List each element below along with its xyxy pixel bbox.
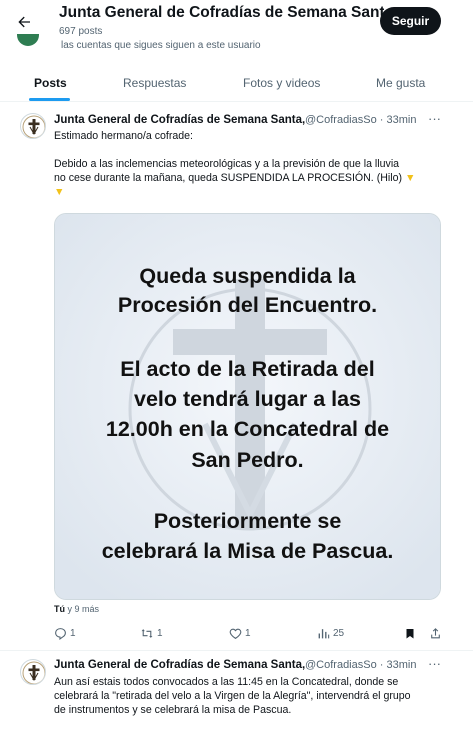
tweet-text: Aun así estais todos convocados a las 11… <box>54 675 411 717</box>
like-button[interactable]: 1 <box>229 622 251 644</box>
image-text-line: Procesión del Encuentro. <box>117 293 378 317</box>
tweet-line: de instrumentos y se celebrará la misa d… <box>54 704 292 716</box>
pointing-down-hand-icon: ▼ <box>54 186 65 198</box>
tweet-line: ▼ <box>54 185 415 199</box>
header-avatar[interactable] <box>17 34 39 46</box>
author-avatar[interactable] <box>20 659 46 685</box>
share-button[interactable] <box>429 622 442 644</box>
liked-by-others: y 9 más <box>65 604 100 614</box>
views-button[interactable]: 25 <box>317 622 344 644</box>
more-options-button[interactable]: ··· <box>428 111 441 126</box>
tweet-line: no cese durante la mañana, queda SUSPEND… <box>54 171 415 185</box>
bookmark-button[interactable] <box>404 622 416 644</box>
bookmark-icon <box>406 628 414 638</box>
more-options-button[interactable]: ··· <box>428 656 441 671</box>
like-count: 1 <box>245 627 251 639</box>
tweet-actions: 1 1 1 25 <box>0 622 473 644</box>
reply-button[interactable]: 1 <box>54 622 76 644</box>
follow-button[interactable]: Seguir <box>380 7 441 35</box>
image-text-line: celebrará la Misa de Pascua. <box>101 539 394 563</box>
arrow-left-icon <box>18 16 30 28</box>
views-count: 25 <box>333 627 345 639</box>
profile-tabs: Posts Respuestas Fotos y videos Me gusta <box>0 64 473 102</box>
image-text-line: Queda suspendida la <box>139 264 356 288</box>
repost-button[interactable]: 1 <box>140 622 163 644</box>
tweet-line: ​ <box>54 143 415 157</box>
tweet-divider <box>0 650 473 651</box>
tweet-author[interactable]: Junta General de Cofradías de Semana San… <box>54 659 305 671</box>
profile-name: Junta General de Cofradías de Semana San… <box>59 4 384 21</box>
liked-by-you: Tú <box>54 604 65 614</box>
tab-fotos-y-videos[interactable]: Fotos y videos <box>243 76 320 90</box>
cofradia-emblem-icon <box>22 115 45 138</box>
author-avatar[interactable] <box>20 113 46 139</box>
tab-me-gusta[interactable]: Me gusta <box>376 76 425 90</box>
tweet-handle-time[interactable]: @CofradiasSo · 33min <box>305 114 416 126</box>
analytics-icon <box>318 628 330 638</box>
tweet-line: celebrará la "retirada del velo a la Vir… <box>54 690 411 702</box>
tab-respuestas[interactable]: Respuestas <box>123 76 186 90</box>
image-text-line: velo tendrá lugar a las <box>133 387 362 411</box>
profile-header: Junta General de Cofradías de Semana San… <box>0 0 473 62</box>
tweet-text: Estimado hermano/a cofrade: ​ Debido a l… <box>54 129 415 199</box>
followed-by-note: las cuentas que sigues siguen a este usu… <box>61 40 261 51</box>
reply-icon <box>55 627 66 640</box>
heart-icon <box>229 628 242 639</box>
share-icon <box>431 627 440 638</box>
tweet-line-text: Debido a las inclemencias meteorológicas… <box>54 158 400 170</box>
tweet-line: Debido a las inclemencias meteorológicas… <box>54 157 415 171</box>
tweet-author[interactable]: Junta General de Cofradías de Semana San… <box>54 114 305 126</box>
tweet-line: Estimado hermano/a cofrade: <box>54 130 193 142</box>
image-text-line: Posteriormente se <box>153 509 342 533</box>
tweet-handle-time[interactable]: @CofradiasSo · 33min <box>305 659 416 671</box>
image-text-line: 12.00h en la Concatedral de <box>105 417 390 441</box>
active-tab-indicator <box>29 98 70 101</box>
pointing-down-hand-icon: ▼ <box>404 172 416 184</box>
liked-by[interactable]: Tú y 9 más <box>54 604 99 614</box>
cofradia-emblem-icon <box>22 661 45 684</box>
tab-posts[interactable]: Posts <box>34 76 67 90</box>
image-text-line: San Pedro. <box>191 448 304 472</box>
repost-icon <box>141 628 153 638</box>
tweet-image[interactable]: Queda suspendida la Procesión del Encuen… <box>54 213 441 600</box>
tweet-line: Aun así estais todos convocados a las 11… <box>54 676 399 688</box>
back-button[interactable] <box>10 8 38 36</box>
tweet-line-text: no cese durante la mañana, queda SUSPEND… <box>54 172 402 184</box>
reply-count: 1 <box>70 627 76 639</box>
posts-count: 697 posts <box>59 26 103 37</box>
repost-count: 1 <box>157 627 163 639</box>
image-text-line: El acto de la Retirada del <box>120 357 375 381</box>
